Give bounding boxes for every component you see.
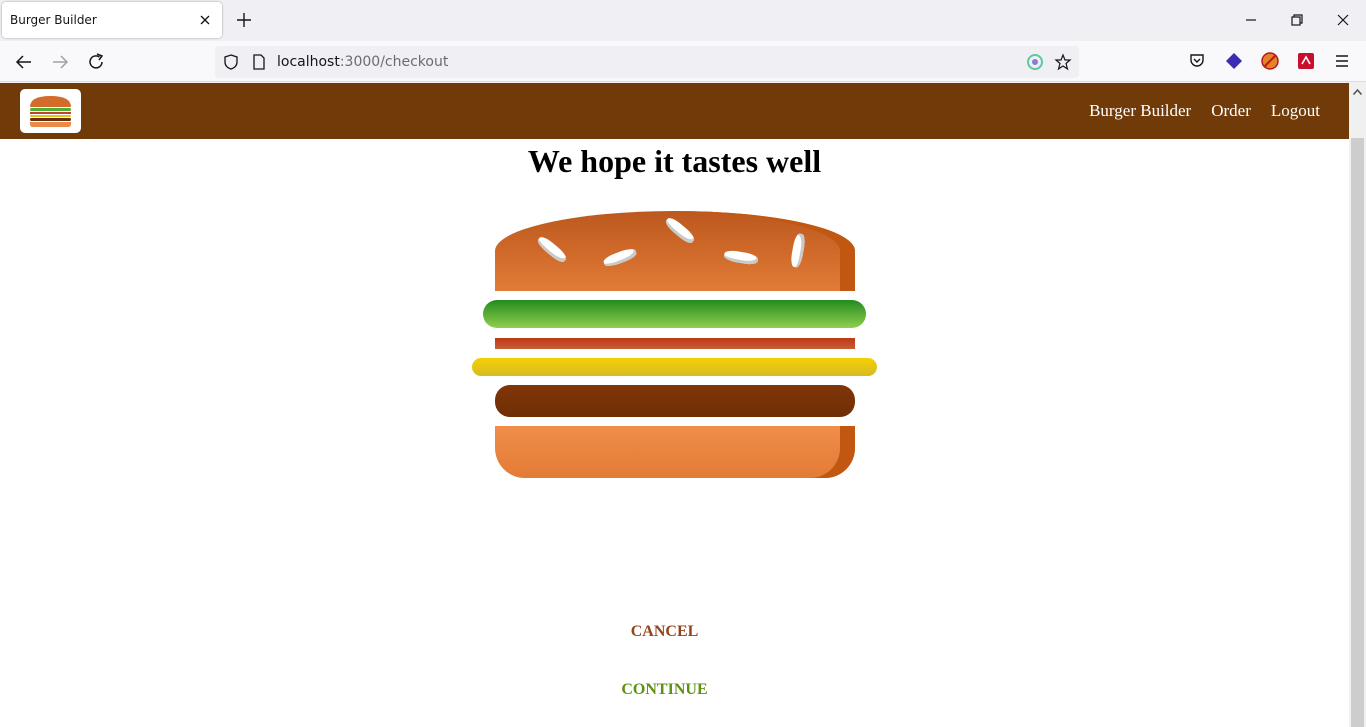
reload-icon[interactable] [85, 51, 107, 73]
burger-logo-icon [30, 96, 71, 127]
arrow-left-icon[interactable] [13, 51, 35, 73]
sesame-seed [789, 232, 807, 269]
cancel-button[interactable]: CANCEL [0, 623, 1329, 641]
burger-logo[interactable] [20, 89, 81, 133]
close-icon[interactable] [196, 11, 214, 29]
pocket-icon[interactable] [1187, 51, 1207, 71]
ingredient-bread-top [495, 211, 855, 291]
sesame-seed [602, 246, 638, 269]
continue-button[interactable]: CONTINUE [0, 681, 1329, 699]
restore-icon[interactable] [1287, 10, 1307, 30]
ingredient-cheese [472, 358, 877, 376]
ingredient-salad [483, 300, 866, 328]
page-scrollbar[interactable] [1349, 83, 1366, 727]
page-icon[interactable] [250, 53, 268, 71]
browser-tab-strip: Burger Builder [0, 0, 1366, 41]
checkout-heading: We hope it tastes well [527, 143, 822, 179]
browser-tab[interactable]: Burger Builder [2, 2, 222, 38]
app-toolbar: Burger Builder Order Logout [0, 83, 1349, 139]
main-nav: Burger Builder Order Logout [1089, 83, 1320, 139]
extension-icon[interactable] [1224, 51, 1244, 71]
arrow-right-icon[interactable] [49, 51, 71, 73]
sesame-seed [723, 249, 759, 266]
ingredient-bacon [495, 338, 855, 349]
tab-title: Burger Builder [10, 13, 97, 27]
hamburger-menu-icon[interactable] [1332, 51, 1352, 71]
scroll-up-arrow-icon[interactable] [1352, 87, 1363, 98]
shield-icon[interactable] [222, 53, 240, 71]
page-viewport: Burger Builder Order Logout We hope it t… [0, 83, 1349, 727]
minimize-icon[interactable] [1241, 10, 1261, 30]
extension-icon[interactable] [1296, 51, 1316, 71]
star-icon[interactable] [1054, 53, 1072, 71]
url-bar[interactable]: localhost:3000/checkout [215, 46, 1079, 78]
browser-toolbar: localhost:3000/checkout [0, 41, 1366, 82]
plus-icon[interactable] [234, 10, 254, 30]
ingredient-meat [495, 385, 855, 417]
sesame-seed [663, 215, 697, 246]
nav-order[interactable]: Order [1211, 101, 1251, 121]
url-text: localhost:3000/checkout [277, 54, 448, 70]
ingredient-bread-bottom [495, 426, 855, 478]
close-window-icon[interactable] [1333, 10, 1353, 30]
sesame-seed [535, 234, 569, 265]
nav-burger-builder[interactable]: Burger Builder [1089, 101, 1191, 121]
url-path: :3000/checkout [339, 54, 449, 70]
scrollbar-thumb[interactable] [1351, 138, 1364, 727]
extension-icon[interactable] [1260, 51, 1280, 71]
url-host: localhost [277, 54, 340, 70]
nav-logout[interactable]: Logout [1271, 101, 1320, 121]
extension-page-icon[interactable] [1026, 53, 1044, 71]
